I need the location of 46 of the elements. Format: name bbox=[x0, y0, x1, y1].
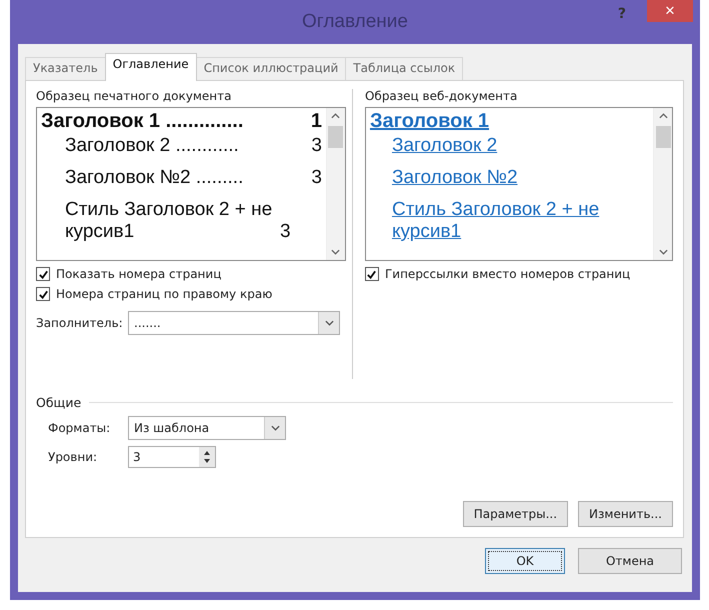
section-label: Образец веб-документа bbox=[364, 89, 518, 103]
tab[interactable]: Оглавление bbox=[104, 53, 197, 81]
toc-entry: Заголовок 2 ............ bbox=[65, 135, 240, 157]
caret-icon bbox=[270, 425, 280, 431]
scrollbar[interactable] bbox=[326, 108, 345, 260]
toc-link[interactable]: Заголовок 1 bbox=[370, 110, 490, 132]
panel-button[interactable]: Изменить... bbox=[578, 501, 673, 527]
caret-icon bbox=[324, 320, 334, 326]
scroll-up-icon[interactable] bbox=[658, 113, 668, 119]
checkbox-label: Показать номера страниц bbox=[56, 267, 222, 281]
field-label: Уровни: bbox=[48, 450, 98, 464]
tab[interactable]: Таблица ссылок bbox=[345, 57, 464, 80]
toc-link[interactable]: Заголовок №2 bbox=[392, 167, 518, 189]
scroll-thumb[interactable] bbox=[656, 126, 670, 148]
page-number: 3 bbox=[311, 135, 322, 157]
formats-dropdown[interactable]: Из шаблона bbox=[128, 416, 286, 440]
toc-link[interactable]: Стиль Заголовок 2 + не курсив1 bbox=[392, 199, 607, 243]
toc-link[interactable]: Заголовок 2 bbox=[392, 135, 498, 157]
scroll-down-icon[interactable] bbox=[658, 249, 668, 255]
toc-entry: Заголовок №2 ......... bbox=[65, 167, 244, 189]
toc-entry: Стиль Заголовок 2 + не курсив1 bbox=[65, 199, 274, 243]
scroll-up-icon[interactable] bbox=[331, 113, 340, 119]
scroll-down-icon[interactable] bbox=[331, 249, 340, 255]
toc-entry: Заголовок 1 .............. bbox=[41, 110, 244, 132]
page-number: 1 bbox=[310, 110, 322, 132]
checkbox[interactable] bbox=[364, 267, 379, 281]
checkbox[interactable] bbox=[36, 287, 50, 301]
leader-dropdown[interactable]: ....... bbox=[128, 311, 340, 335]
dialog-button[interactable]: Отмена bbox=[578, 548, 682, 574]
group-title: Общие bbox=[36, 395, 82, 410]
checkbox-label: Номера страниц по правому краю bbox=[56, 287, 272, 301]
panel-button[interactable]: Параметры... bbox=[462, 501, 568, 527]
scrollbar[interactable] bbox=[653, 108, 672, 260]
window-title: Оглавление bbox=[301, 11, 409, 33]
levels-spinner[interactable]: 3 bbox=[128, 446, 216, 468]
page-number: 3 bbox=[280, 221, 291, 243]
field-label: Форматы: bbox=[48, 421, 112, 435]
scroll-thumb[interactable] bbox=[328, 126, 344, 148]
section-label: Образец печатного документа bbox=[36, 89, 232, 103]
tab[interactable]: Указатель bbox=[25, 57, 106, 80]
close-button[interactable]: × bbox=[647, 0, 693, 22]
spin-arrows-icon bbox=[203, 450, 211, 464]
checkbox-label: Гиперссылки вместо номеров страниц bbox=[384, 267, 630, 281]
page-number: 3 bbox=[311, 167, 322, 189]
dialog-button[interactable]: OK bbox=[485, 548, 565, 574]
checkbox[interactable] bbox=[36, 267, 50, 281]
